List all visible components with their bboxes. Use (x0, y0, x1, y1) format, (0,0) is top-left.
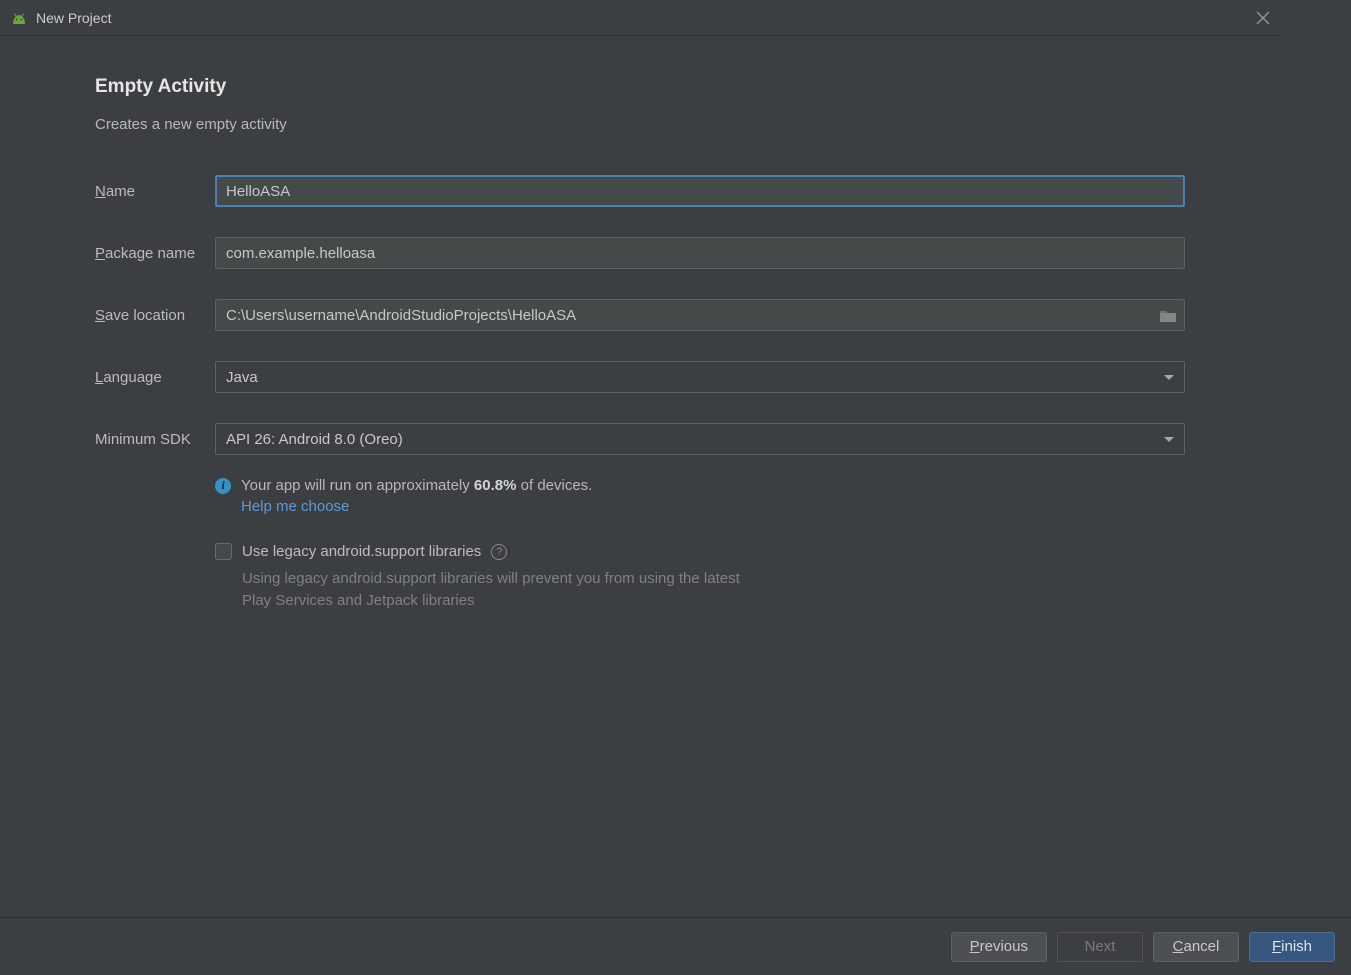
titlebar: New Project (0, 0, 1280, 36)
label-save: Save location (95, 307, 215, 324)
package-input[interactable] (215, 237, 1185, 269)
folder-icon[interactable] (1159, 308, 1177, 322)
cancel-button[interactable]: Cancel (1153, 932, 1239, 962)
chevron-down-icon (1164, 437, 1174, 442)
legacy-block: Use legacy android.support libraries ? U… (215, 543, 1185, 612)
help-me-choose-link[interactable]: Help me choose (241, 498, 1185, 515)
row-name: Name (95, 175, 1185, 207)
label-name: Name (95, 183, 215, 200)
dialog-content: Empty Activity Creates a new empty activ… (0, 36, 1280, 612)
legacy-description: Using legacy android.support libraries w… (242, 568, 762, 612)
legacy-support-checkbox[interactable] (215, 543, 232, 560)
previous-button[interactable]: Previous (951, 932, 1047, 962)
minsdk-value: API 26: Android 8.0 (Oreo) (226, 431, 403, 448)
info-icon: i (215, 478, 231, 494)
language-dropdown[interactable]: Java (215, 361, 1185, 393)
close-icon[interactable] (1256, 11, 1270, 25)
finish-button[interactable]: Finish (1249, 932, 1335, 962)
row-save: Save location (95, 299, 1185, 331)
page-subtitle: Creates a new empty activity (95, 116, 1185, 133)
page-heading: Empty Activity (95, 76, 1185, 98)
window-title: New Project (36, 10, 111, 26)
name-input[interactable] (215, 175, 1185, 207)
sdk-coverage-text: Your app will run on approximately 60.8%… (241, 477, 592, 494)
help-icon[interactable]: ? (491, 544, 507, 560)
label-minsdk: Minimum SDK (95, 431, 215, 448)
label-package: Package name (95, 245, 215, 262)
minsdk-dropdown[interactable]: API 26: Android 8.0 (Oreo) (215, 423, 1185, 455)
save-location-input[interactable] (215, 299, 1185, 331)
row-language: Language Java (95, 361, 1185, 393)
sdk-info: i Your app will run on approximately 60.… (215, 477, 1185, 515)
row-package: Package name (95, 237, 1185, 269)
legacy-label: Use legacy android.support libraries (242, 543, 481, 560)
next-button: Next (1057, 932, 1143, 962)
android-icon (10, 11, 28, 25)
language-value: Java (226, 369, 258, 386)
label-language: Language (95, 369, 215, 386)
dialog-footer: Previous Next Cancel Finish (0, 917, 1351, 975)
chevron-down-icon (1164, 375, 1174, 380)
row-minsdk: Minimum SDK API 26: Android 8.0 (Oreo) (95, 423, 1185, 455)
